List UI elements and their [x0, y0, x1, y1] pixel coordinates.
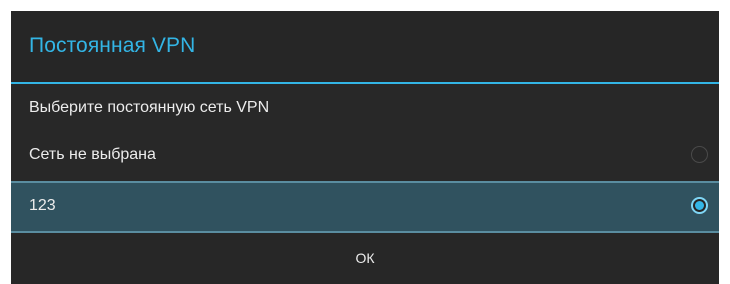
option-label: 123 [29, 197, 56, 214]
dialog-message: Выберите постоянную сеть VPN [29, 99, 270, 116]
dialog-title-bar: Постоянная VPN [11, 11, 719, 82]
radio-unchecked-icon[interactable] [691, 146, 708, 163]
title-divider [11, 82, 719, 84]
always-on-vpn-dialog: Постоянная VPN Выберите постоянную сеть … [11, 11, 719, 284]
option-vpn-123[interactable]: 123 [11, 183, 719, 231]
dialog-title: Постоянная VPN [29, 34, 196, 57]
dialog-button-bar: ок [11, 233, 719, 284]
option-no-network[interactable]: Сеть не выбрана [11, 132, 719, 180]
option-label: Сеть не выбрана [29, 146, 156, 163]
radio-checked-icon[interactable] [691, 197, 708, 214]
ok-button[interactable]: ок [11, 233, 719, 284]
